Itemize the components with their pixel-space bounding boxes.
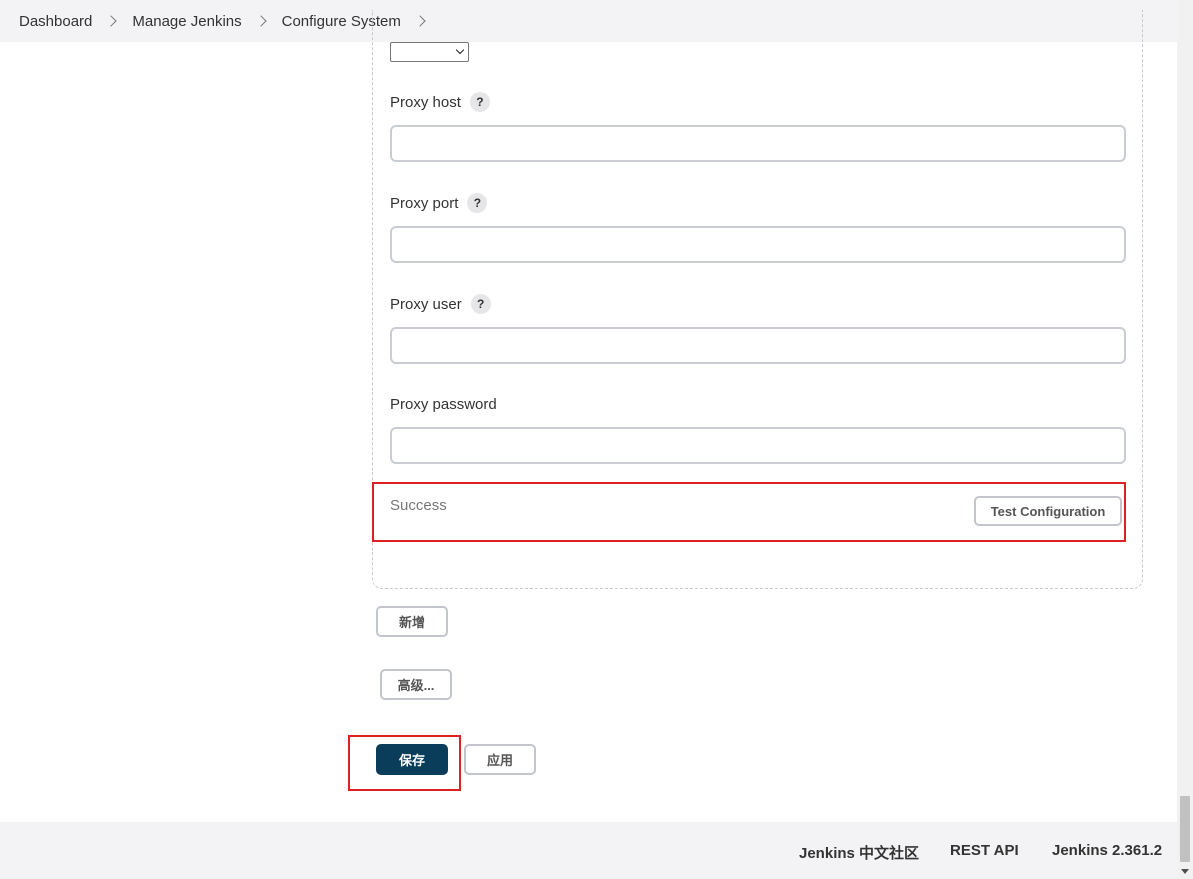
proxy-user-label-text: Proxy user xyxy=(390,295,462,313)
help-icon[interactable]: ? xyxy=(467,193,488,213)
proxy-type-select[interactable] xyxy=(390,42,469,62)
proxy-host-label: Proxy host ? xyxy=(390,92,490,112)
advanced-button[interactable]: 高级... xyxy=(380,669,452,700)
proxy-user-input[interactable] xyxy=(390,327,1126,364)
proxy-port-label: Proxy port ? xyxy=(390,193,488,213)
footer-version-link[interactable]: Jenkins 2.361.2 xyxy=(1052,842,1162,859)
proxy-host-input[interactable] xyxy=(390,125,1126,162)
breadcrumb-dashboard[interactable]: Dashboard xyxy=(19,13,92,30)
scrollbar-thumb[interactable] xyxy=(1180,796,1190,862)
footer-community-link[interactable]: Jenkins 中文社区 xyxy=(799,842,919,863)
save-button[interactable]: 保存 xyxy=(376,744,448,775)
apply-button[interactable]: 应用 xyxy=(464,744,536,775)
test-configuration-button[interactable]: Test Configuration xyxy=(974,496,1122,526)
proxy-host-label-text: Proxy host xyxy=(390,93,461,111)
proxy-port-input[interactable] xyxy=(390,226,1126,263)
chevron-down-icon xyxy=(455,45,465,55)
vertical-scrollbar[interactable] xyxy=(1177,0,1193,879)
proxy-port-label-text: Proxy port xyxy=(390,194,459,212)
help-icon[interactable]: ? xyxy=(469,92,490,112)
add-button[interactable]: 新增 xyxy=(376,606,448,637)
breadcrumb-manage-jenkins[interactable]: Manage Jenkins xyxy=(132,13,241,30)
scroll-down-arrow-icon[interactable] xyxy=(1181,869,1189,874)
test-status-text: Success xyxy=(390,497,447,514)
chevron-right-icon[interactable] xyxy=(105,15,118,27)
proxy-user-label: Proxy user ? xyxy=(390,294,491,314)
footer-rest-api-link[interactable]: REST API xyxy=(950,842,1019,859)
proxy-password-label: Proxy password xyxy=(390,396,497,413)
chevron-right-icon[interactable] xyxy=(254,15,267,27)
proxy-password-label-text: Proxy password xyxy=(390,396,497,413)
proxy-password-input[interactable] xyxy=(390,427,1126,464)
help-icon[interactable]: ? xyxy=(470,294,491,314)
footer: Jenkins 中文社区 REST API Jenkins 2.361.2 xyxy=(0,822,1177,879)
